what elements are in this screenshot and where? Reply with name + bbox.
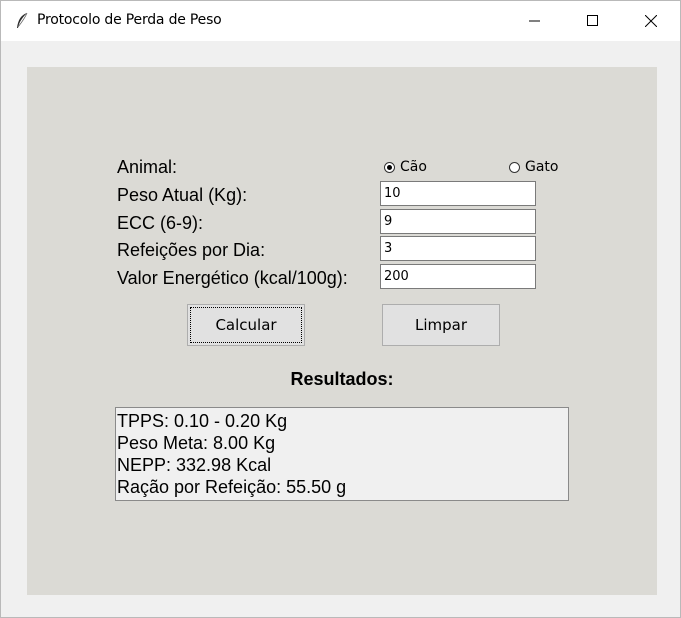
radio-cao-indicator[interactable]: [384, 161, 395, 173]
result-line: TPPS: 0.10 - 0.20 Kg: [117, 411, 288, 431]
results-box[interactable]: TPPS: 0.10 - 0.20 Kg Peso Meta: 8.00 Kg …: [115, 407, 569, 501]
calcular-button[interactable]: Calcular: [187, 304, 305, 346]
minimize-icon: [529, 20, 540, 22]
animal-label: Animal:: [117, 157, 178, 177]
energia-input[interactable]: [380, 264, 536, 289]
refeicoes-label: Refeições por Dia:: [117, 240, 266, 260]
ecc-label: ECC (6-9):: [117, 213, 204, 233]
ecc-input[interactable]: [380, 209, 536, 234]
radio-cao-label: Cão: [400, 159, 427, 175]
energia-label: Valor Energético (kcal/100g):: [117, 268, 348, 288]
close-button[interactable]: [622, 1, 680, 41]
peso-input[interactable]: [380, 181, 536, 206]
result-line: Peso Meta: 8.00 Kg: [117, 433, 276, 453]
close-icon: [645, 15, 657, 27]
maximize-button[interactable]: [564, 1, 622, 41]
radio-gato[interactable]: Gato: [509, 159, 558, 175]
window-title: Protocolo de Perda de Peso: [37, 12, 222, 28]
feather-icon: [15, 12, 29, 30]
limpar-button[interactable]: Limpar: [382, 304, 500, 346]
radio-cao[interactable]: Cão: [384, 159, 427, 175]
form-panel: Animal: Cão Gato Peso Atual (Kg): ECC (6…: [27, 67, 657, 595]
title-bar[interactable]: Protocolo de Perda de Peso: [1, 1, 680, 41]
refeicoes-input[interactable]: [380, 236, 536, 261]
peso-label: Peso Atual (Kg):: [117, 185, 248, 205]
radio-gato-label: Gato: [525, 159, 559, 175]
app-window: Protocolo de Perda de Peso Animal: Cão G…: [0, 0, 681, 618]
results-title: Resultados:: [290, 369, 394, 389]
maximize-icon: [587, 15, 598, 26]
radio-gato-indicator[interactable]: [509, 161, 520, 173]
result-line: Ração por Refeição: 55.50 g: [117, 477, 347, 497]
result-line: NEPP: 332.98 Kcal: [117, 455, 272, 475]
minimize-button[interactable]: [506, 1, 564, 41]
